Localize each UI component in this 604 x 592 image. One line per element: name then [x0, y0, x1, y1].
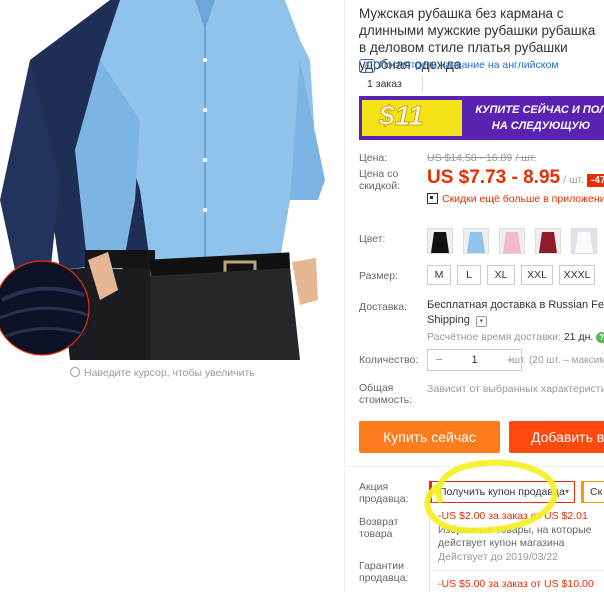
color-swatch-black[interactable]	[427, 228, 453, 254]
guarantee-label-2: продавца:	[359, 572, 409, 584]
discount-price-label: Цена со скидкой:	[359, 168, 401, 192]
size-option-xxxl[interactable]: XXXL	[559, 265, 595, 285]
white-shirt-icon	[572, 229, 596, 253]
delivery-time-value: 21 дн.	[563, 331, 594, 343]
size-option-xl[interactable]: XL	[487, 265, 515, 285]
price-unit: / шт.	[563, 174, 584, 186]
quantity-label: Количество:	[359, 354, 419, 366]
product-photo-illustration	[0, 0, 330, 360]
second-coupon-button[interactable]: Ск	[581, 481, 604, 503]
total-label-2: стоимость:	[359, 394, 413, 406]
shipping-method[interactable]: Shipping ▾	[427, 314, 487, 327]
banner-text-2: НА СЛЕДУЮЩУЮ	[491, 120, 591, 132]
price-label: Цена:	[359, 152, 388, 164]
blue-shirt-icon	[464, 229, 488, 253]
old-price: US $14.58 - 16.89	[427, 152, 513, 164]
color-swatch-pink[interactable]	[499, 228, 525, 254]
returns-label-2: товара	[359, 528, 393, 540]
guarantee-label: Гарантии продавца:	[359, 560, 408, 584]
product-image[interactable]	[0, 0, 330, 360]
translate-link-text[interactable]: Посмотреть название на английском	[379, 59, 559, 71]
app-discount-row[interactable]: Скидки ещё больше в приложении	[427, 193, 604, 205]
total-value: Зависит от выбранных характеристик т	[427, 383, 604, 395]
color-swatch-wine[interactable]	[535, 228, 561, 254]
delivery-time-row: Расчётное время доставки: 21 дн. ?	[427, 331, 604, 343]
shipping-label: Доставка:	[359, 301, 408, 313]
pink-shirt-icon	[500, 229, 524, 253]
size-option-m[interactable]: M	[427, 265, 451, 285]
color-label: Цвет:	[359, 233, 386, 245]
returns-label-1: Возврат	[359, 516, 399, 528]
old-price-unit: / шт.	[515, 152, 537, 164]
app-discount-text[interactable]: Скидки ещё больше в приложении	[442, 193, 604, 205]
column-divider	[344, 0, 345, 592]
coupon-item-2-header[interactable]: -US $5.00 за заказ от US $10.00	[438, 578, 594, 590]
promo-banner[interactable]: $11 КУПИТЕ СЕЙЧАС И ПОЛ НА СЛЕДУЮЩУЮ	[359, 96, 604, 140]
coupon-2-condition: за заказ от US $10.00	[485, 578, 594, 590]
shipping-method-text[interactable]: Shipping	[427, 314, 470, 326]
price-row: US $7.73 - 8.95 / шт. -47%	[427, 167, 604, 189]
quantity-note: шт. (20 шт. – максим	[512, 355, 604, 366]
magnifier-icon	[70, 367, 80, 377]
chevron-down-icon[interactable]: ▾	[475, 316, 487, 327]
coupon-2-discount: -US $5.00	[438, 578, 486, 590]
wine-shirt-icon	[536, 229, 560, 253]
black-shirt-icon	[428, 229, 452, 253]
qr-code-icon	[427, 193, 438, 204]
total-label: Общая стоимость:	[359, 382, 412, 406]
size-option-xxl[interactable]: XXL	[521, 265, 553, 285]
banner-price: $11	[379, 100, 425, 132]
quantity-minus-button[interactable]: −	[428, 350, 450, 370]
coupon-divider	[430, 570, 604, 571]
size-option-l[interactable]: L	[457, 265, 481, 285]
translate-icon: A	[359, 59, 375, 73]
zoom-hint: Наведите курсор, чтобы увеличить	[70, 366, 255, 379]
current-price: US $7.73 - 8.95	[427, 167, 561, 188]
help-icon[interactable]: ?	[596, 332, 604, 343]
guarantee-label-1: Гарантии	[359, 560, 404, 572]
old-price-row: US $14.58 - 16.89 / шт.	[427, 152, 536, 164]
orders-count: 1 заказ	[359, 76, 423, 92]
translate-link[interactable]: A Посмотреть название на английском	[359, 59, 559, 73]
highlight-circle-annotation	[424, 459, 558, 534]
quantity-stepper[interactable]: − 1 +	[427, 349, 522, 371]
color-swatch-blue[interactable]	[463, 228, 489, 254]
quantity-input[interactable]: 1	[450, 350, 499, 370]
total-label-1: Общая	[359, 382, 394, 394]
returns-label: Возврат товара	[359, 516, 398, 540]
delivery-time-label: Расчётное время доставки:	[427, 331, 561, 343]
size-label: Размер:	[359, 270, 399, 282]
discount-badge: -47%	[587, 174, 604, 187]
coupon-1-expiry: Действует до 2019/03/22	[438, 551, 559, 563]
banner-text-1: КУПИТЕ СЕЙЧАС И ПОЛ	[475, 104, 604, 116]
zoom-hint-text: Наведите курсор, чтобы увеличить	[84, 367, 255, 379]
color-swatch-white[interactable]	[571, 228, 597, 254]
shipping-value-1: Бесплатная доставка в Russian Feder	[427, 299, 604, 311]
